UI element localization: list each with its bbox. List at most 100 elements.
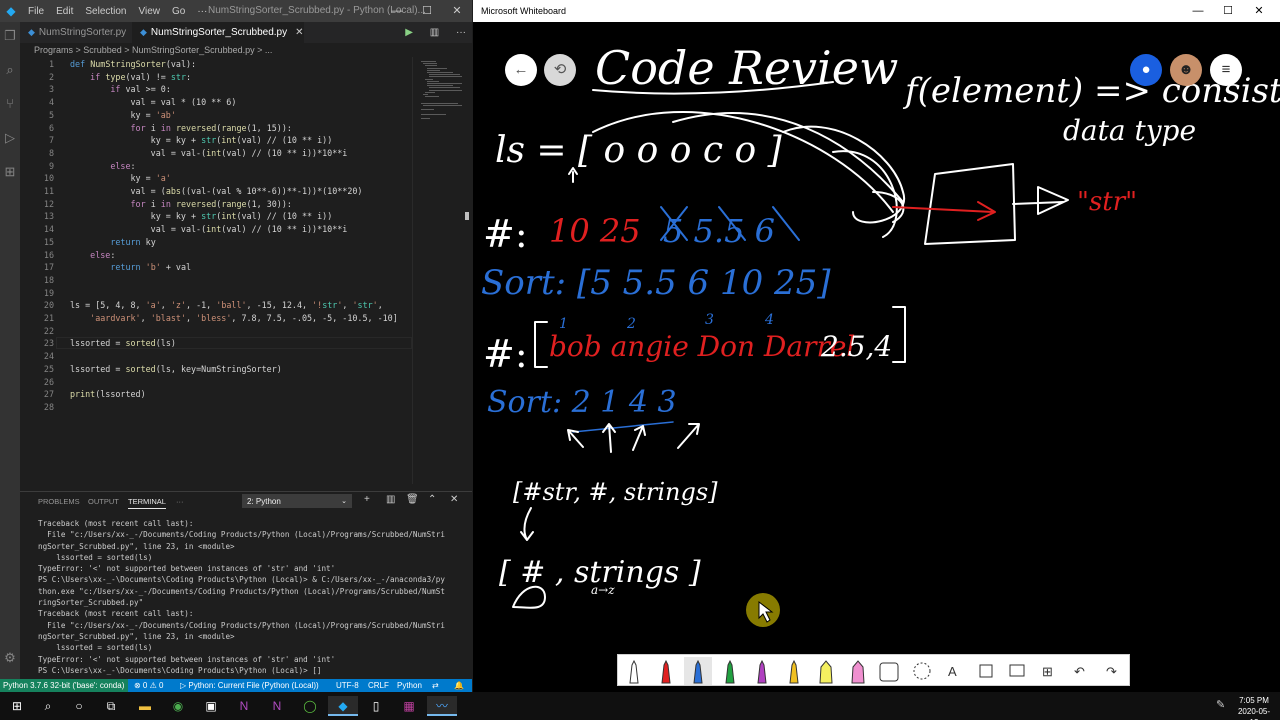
function-text-2: data type bbox=[1063, 114, 1196, 147]
code-editor[interactable]: 1 def NumStringSorter(val): 2 if type(val)… bbox=[20, 57, 412, 484]
run-configuration[interactable]: ▷ Python: Current File (Python (Local)) bbox=[180, 679, 319, 692]
lasso-icon[interactable] bbox=[913, 662, 931, 680]
notifications-bell-icon[interactable]: 🔔 bbox=[454, 679, 464, 692]
tab-problems[interactable]: PROBLEMS bbox=[38, 497, 80, 506]
tab-numstringsorter-scrubbed[interactable]: ◆ NumStringSorter_Scrubbed.py ✕ bbox=[132, 22, 304, 43]
vscode-taskbar-icon[interactable]: ◆ bbox=[328, 696, 358, 716]
split-editor-icon[interactable]: ▥ bbox=[430, 27, 439, 38]
menu-icon[interactable]: ≡ bbox=[1210, 54, 1242, 86]
split-terminal-icon[interactable]: ▥ bbox=[386, 494, 395, 505]
cortana-icon[interactable]: ○ bbox=[64, 696, 94, 716]
app-icon[interactable]: ▦ bbox=[394, 696, 424, 716]
pen-red[interactable] bbox=[661, 659, 671, 684]
chrome-icon[interactable]: ◉ bbox=[163, 696, 193, 716]
terminal-line: ngSorter_Scrubbed.py", line 23, in <modu… bbox=[38, 631, 235, 641]
add-icon[interactable]: ⊞ bbox=[1042, 664, 1053, 679]
terminal-output[interactable]: Traceback (most recent call last): File … bbox=[38, 518, 468, 676]
settings-gear-icon[interactable]: ⚙ bbox=[2, 650, 18, 666]
minimize-icon[interactable]: — bbox=[1183, 0, 1213, 22]
menu-selection[interactable]: Selection bbox=[79, 6, 132, 17]
terminal-select[interactable]: 2: Python ⌄ bbox=[242, 494, 352, 508]
close-icon[interactable]: ✕ bbox=[442, 0, 472, 22]
redo-icon[interactable]: ↷ bbox=[1106, 664, 1117, 679]
xbox-icon[interactable]: ◯ bbox=[295, 696, 325, 716]
trash-icon[interactable]: 🗑 bbox=[406, 494, 419, 505]
breadcrumb[interactable]: Programs > Scrubbed > NumStringSorter_Sc… bbox=[20, 43, 472, 57]
terminal-line: lssorted = sorted(ls) bbox=[38, 643, 153, 653]
file-explorer-icon[interactable]: ▬ bbox=[130, 696, 160, 716]
tab-numstringsorter[interactable]: ◆ NumStringSorter.py bbox=[20, 22, 132, 43]
pen-icon[interactable]: ✎ bbox=[1216, 698, 1225, 711]
eraser-icon[interactable] bbox=[879, 662, 899, 682]
image-icon[interactable] bbox=[1009, 664, 1025, 677]
user-icon[interactable]: ● bbox=[1130, 54, 1162, 86]
terminal-line: Traceback (most recent call last): bbox=[38, 609, 194, 619]
debug-icon[interactable]: ▷ bbox=[2, 130, 18, 146]
onenote-2-icon[interactable]: N bbox=[262, 696, 292, 716]
onenote-icon[interactable]: N bbox=[229, 696, 259, 716]
shape-icon[interactable] bbox=[979, 664, 993, 678]
extensions-icon[interactable]: ⊞ bbox=[2, 164, 18, 180]
windows-start-icon[interactable]: ⊞ bbox=[2, 696, 32, 716]
pen-purple[interactable] bbox=[757, 659, 767, 684]
close-tab-icon[interactable]: ✕ bbox=[295, 27, 303, 38]
run-icon[interactable]: ▶ bbox=[405, 27, 413, 38]
editor-scrollbar[interactable] bbox=[465, 212, 469, 220]
encoding[interactable]: UTF-8 bbox=[336, 679, 359, 692]
code-line: if val >= 0: bbox=[110, 84, 171, 95]
python-file-icon: ◆ bbox=[28, 27, 35, 37]
maximize-icon[interactable]: ☐ bbox=[1213, 0, 1243, 22]
line-number: 20 bbox=[43, 300, 54, 311]
undo-icon[interactable]: ↶ bbox=[1074, 664, 1085, 679]
new-terminal-icon[interactable]: + bbox=[364, 494, 370, 505]
live-share-icon[interactable]: ⇄ bbox=[432, 679, 439, 692]
tab-more[interactable]: ··· bbox=[176, 497, 184, 506]
source-control-icon[interactable]: ⑂ bbox=[2, 96, 18, 112]
line-number: 23 bbox=[43, 338, 54, 349]
code-line: if type(val) != str: bbox=[90, 71, 192, 82]
whiteboard-taskbar-icon[interactable]: 〰 bbox=[427, 696, 457, 716]
search-icon[interactable]: ⌕ bbox=[33, 696, 63, 716]
menu-go[interactable]: Go bbox=[166, 6, 191, 17]
highlighter-pink[interactable] bbox=[851, 660, 865, 684]
whiteboard-canvas[interactable]: Code Review f(element) => consistent dat… bbox=[473, 22, 1280, 654]
notepad-icon[interactable]: ▯ bbox=[361, 696, 391, 716]
avatar[interactable]: ☻ bbox=[1170, 54, 1202, 86]
line-ending[interactable]: CRLF bbox=[368, 679, 389, 692]
maximize-panel-icon[interactable]: ⌃ bbox=[428, 494, 436, 505]
task-view-icon[interactable]: ⧉ bbox=[96, 696, 126, 716]
text-tool-icon[interactable]: A bbox=[948, 664, 957, 679]
line-number: 4 bbox=[48, 97, 54, 108]
minimap[interactable] bbox=[412, 57, 464, 484]
problems-count[interactable]: ⊗ 0 ⚠ 0 bbox=[134, 679, 163, 692]
minimize-icon[interactable]: — bbox=[382, 0, 412, 22]
code-line: lssorted = sorted(ls, key=NumStringSorte… bbox=[70, 363, 282, 374]
tuple-text: [#str, #, strings] bbox=[513, 478, 718, 506]
search-icon[interactable]: ⌕ bbox=[2, 62, 18, 78]
share-icon[interactable]: ⟲ bbox=[544, 54, 576, 86]
tab-terminal[interactable]: TERMINAL bbox=[128, 497, 166, 509]
tab-label: NumStringSorter_Scrubbed.py bbox=[150, 27, 288, 38]
clock[interactable]: 7:05 PM 2020-05-13 bbox=[1234, 695, 1274, 720]
highlighter-yellow[interactable] bbox=[819, 660, 833, 684]
menu-edit[interactable]: Edit bbox=[50, 6, 79, 17]
pen-white[interactable] bbox=[629, 659, 639, 684]
pen-green[interactable] bbox=[725, 659, 735, 684]
maximize-icon[interactable]: ☐ bbox=[412, 0, 442, 22]
menu-view[interactable]: View bbox=[133, 6, 167, 17]
pen-yellow[interactable] bbox=[789, 659, 799, 684]
photos-icon[interactable]: ▣ bbox=[196, 696, 226, 716]
sort-row-1: Sort: [5 5.5 6 10 25] bbox=[481, 263, 831, 303]
close-panel-icon[interactable]: ✕ bbox=[450, 494, 458, 505]
terminal-line: lssorted = sorted(ls) bbox=[38, 552, 153, 562]
back-arrow-icon[interactable]: ← bbox=[505, 54, 537, 86]
explorer-icon[interactable]: ❐ bbox=[2, 28, 18, 44]
more-actions-icon[interactable]: ··· bbox=[456, 27, 466, 38]
line-number: 14 bbox=[43, 224, 54, 235]
menu-file[interactable]: File bbox=[22, 6, 50, 17]
python-interpreter[interactable]: Python 3.7.6 32-bit ('base': conda) bbox=[0, 679, 128, 692]
tab-output[interactable]: OUTPUT bbox=[88, 497, 119, 506]
close-icon[interactable]: ✕ bbox=[1244, 0, 1274, 22]
language-mode[interactable]: Python bbox=[397, 679, 422, 692]
line-number: 9 bbox=[48, 160, 54, 171]
